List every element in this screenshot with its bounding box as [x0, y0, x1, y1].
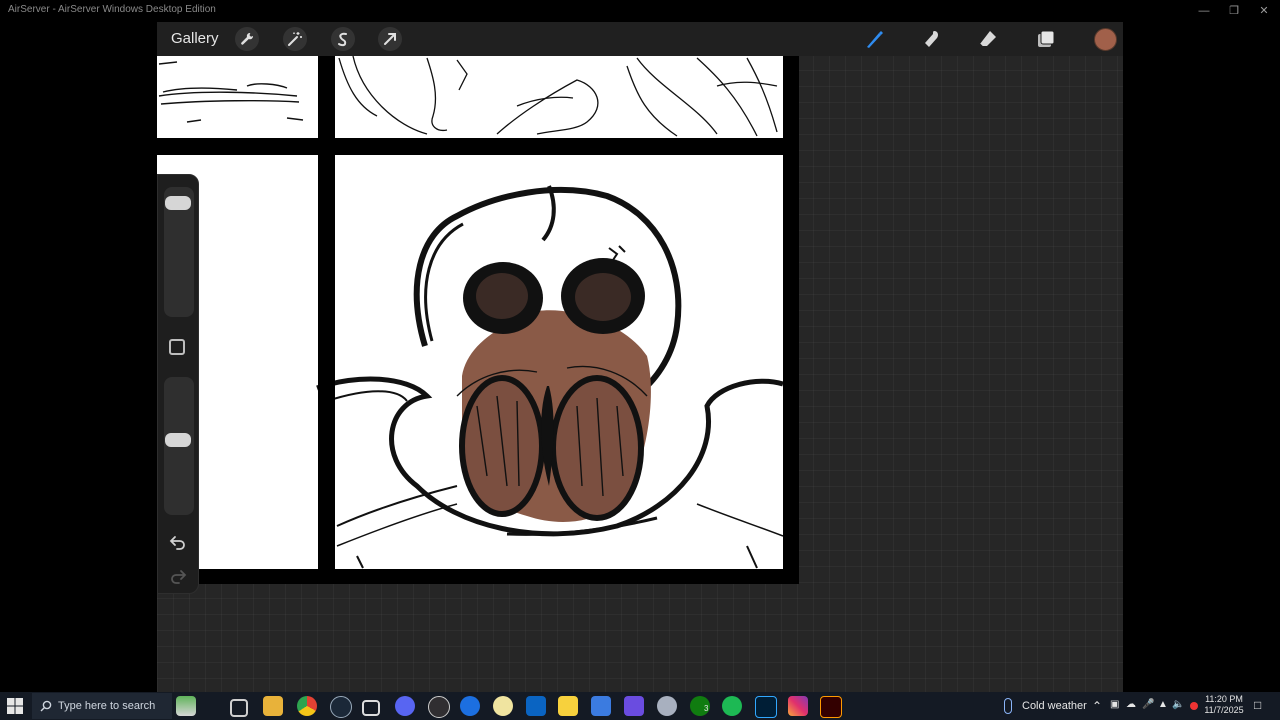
obs-icon[interactable] [428, 696, 450, 718]
wrench-icon[interactable] [235, 27, 259, 51]
color-swatch[interactable] [1094, 28, 1117, 51]
taskbar: Type here to search 3 Cold weather ⌃ ▣ ☁… [0, 692, 1280, 720]
tray-app-icon[interactable]: ▣ [1110, 699, 1119, 710]
speaker-icon[interactable]: 🔈 [1172, 699, 1184, 710]
layers-icon[interactable] [1033, 27, 1059, 51]
app-icon[interactable] [657, 696, 677, 716]
file-explorer-icon[interactable] [263, 696, 283, 716]
photoshop-icon[interactable] [755, 696, 777, 718]
search-placeholder: Type here to search [58, 700, 156, 712]
brush-sidebar [157, 174, 199, 594]
square-modify-icon[interactable] [169, 339, 185, 355]
instagram-icon[interactable] [788, 696, 808, 716]
magic-wand-icon[interactable] [283, 27, 307, 51]
wifi-icon[interactable]: ▲ [1158, 699, 1168, 710]
clock-time: 11:20 PM [1205, 694, 1243, 704]
taskbar-clock[interactable]: 11:20 PM 11/7/2025 [1198, 694, 1250, 716]
xbox-badge: 3 [704, 704, 709, 713]
brush-opacity-slider[interactable] [164, 377, 194, 515]
flasks-app-icon[interactable] [176, 696, 196, 716]
chrome-icon[interactable] [297, 696, 317, 716]
app-icon[interactable] [624, 696, 644, 716]
search-icon [40, 699, 52, 717]
notifications-icon[interactable]: □ [1254, 698, 1261, 712]
artwork [157, 56, 799, 584]
drawing-canvas[interactable] [157, 56, 799, 584]
app-icon[interactable] [591, 696, 611, 716]
restore-icon[interactable]: ❐ [1220, 2, 1248, 20]
discord-icon[interactable] [395, 696, 415, 716]
window-title: AirServer - AirServer Windows Desktop Ed… [8, 4, 216, 15]
redo-icon[interactable] [167, 565, 189, 587]
gallery-button[interactable]: Gallery [171, 30, 219, 47]
taskbar-search[interactable]: Type here to search [32, 693, 172, 719]
brush-size-thumb[interactable] [165, 196, 191, 211]
outlook-icon[interactable] [526, 696, 546, 716]
thermometer-icon [1004, 698, 1012, 714]
microphone-icon[interactable]: 🎤 [1142, 699, 1154, 710]
close-icon[interactable]: ✕ [1250, 2, 1278, 20]
selection-icon[interactable] [331, 27, 355, 51]
undo-icon[interactable] [167, 531, 189, 553]
store-icon[interactable] [362, 700, 380, 716]
brush-opacity-thumb[interactable] [165, 433, 191, 448]
app-icon[interactable] [460, 696, 480, 716]
clock-date: 11/7/2025 [1204, 705, 1244, 715]
cloud-icon[interactable]: ☁ [1126, 699, 1136, 710]
brush-size-slider[interactable] [164, 187, 194, 317]
app-icon[interactable] [493, 696, 513, 716]
chevron-up-icon[interactable]: ⌃ [1092, 699, 1102, 713]
spotify-icon[interactable] [722, 696, 742, 716]
windows-start-icon[interactable] [6, 697, 24, 715]
steam-icon[interactable] [330, 696, 352, 718]
weather-text[interactable]: Cold weather [1022, 700, 1087, 712]
transform-arrow-icon[interactable] [378, 27, 402, 51]
eraser-icon[interactable] [975, 27, 1001, 51]
window-title-bar: AirServer - AirServer Windows Desktop Ed… [0, 0, 1280, 22]
sticky-notes-icon[interactable] [558, 696, 578, 716]
top-toolbar: Gallery [157, 22, 1123, 56]
recording-icon[interactable] [1190, 702, 1198, 710]
brush-icon[interactable] [861, 27, 887, 51]
smudge-icon[interactable] [918, 27, 944, 51]
illustrator-icon[interactable] [820, 696, 842, 718]
task-view-icon[interactable] [230, 699, 248, 717]
minimize-icon[interactable]: — [1190, 2, 1218, 20]
procreate-screen: Gallery [157, 22, 1123, 692]
